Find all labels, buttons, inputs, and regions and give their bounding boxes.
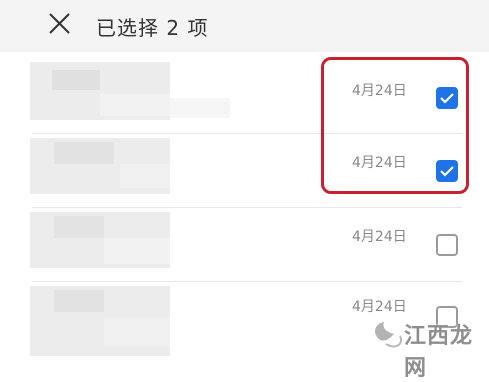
item-date: 4月24日 [352, 299, 407, 315]
selection-count-title: 已选择 2 项 [96, 16, 209, 40]
selection-header: 已选择 2 项 [0, 0, 489, 52]
item-checkbox[interactable] [436, 234, 458, 256]
pixel-block [52, 70, 100, 90]
close-icon[interactable] [46, 10, 74, 38]
pixel-block [100, 94, 170, 116]
pixel-block [104, 318, 170, 346]
pixel-block [54, 216, 104, 238]
pixel-block [170, 98, 230, 118]
item-date: 4月24日 [352, 229, 407, 245]
pixel-block [54, 142, 114, 164]
pixel-block [104, 238, 170, 264]
pixel-block [54, 290, 104, 312]
pixel-block [120, 164, 170, 188]
annotation-highlight-box [321, 57, 469, 194]
list-item[interactable]: 4月24日 [0, 208, 489, 282]
watermark-text: 江西龙网 [404, 324, 474, 381]
